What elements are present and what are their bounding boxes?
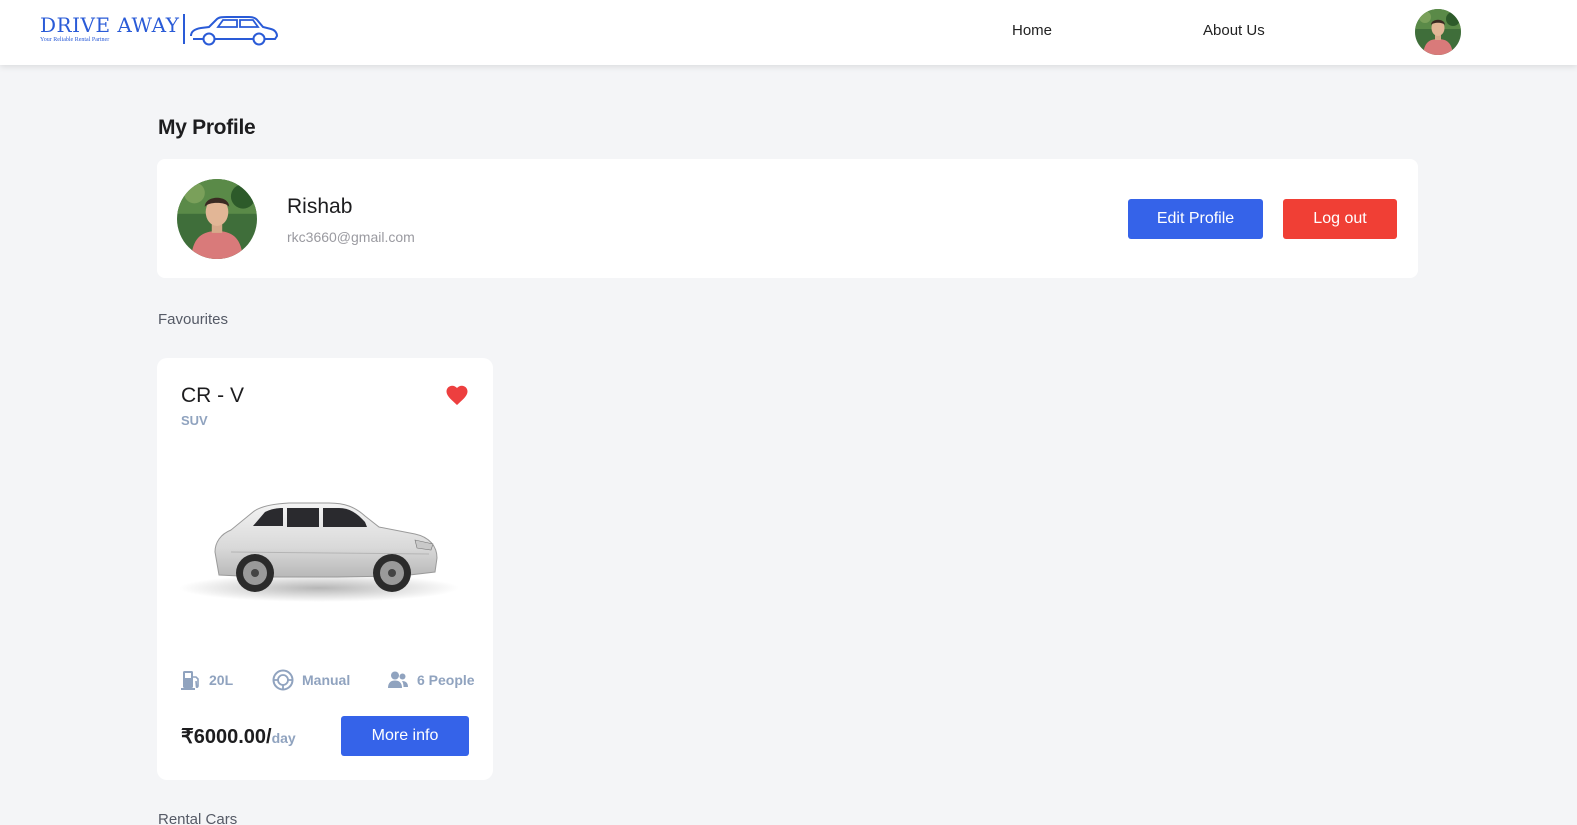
spec-transmission: Manual	[272, 669, 350, 691]
avatar-photo-icon	[1415, 9, 1461, 55]
brand-divider	[183, 14, 186, 44]
nav-home-link[interactable]: Home	[1012, 22, 1052, 39]
brand-tagline: Your Reliable Rental Partner	[40, 37, 110, 43]
spec-transmission-value: Manual	[302, 672, 351, 688]
brand-name: DRIVE AWAY	[40, 13, 180, 37]
steering-wheel-icon	[272, 669, 294, 691]
profile-card: Rishab rkc3660@gmail.com Edit Profile Lo…	[157, 159, 1418, 278]
spec-capacity-value: 6 People	[417, 672, 475, 688]
spec-fuel: 20L	[181, 669, 233, 691]
more-info-button[interactable]: More info	[341, 716, 469, 756]
car-type: SUV	[181, 413, 208, 428]
car-name: CR - V	[181, 384, 244, 407]
spec-capacity: 6 People	[387, 669, 475, 691]
profile-avatar	[177, 179, 257, 259]
profile-email: rkc3660@gmail.com	[287, 229, 415, 245]
car-price: ₹6000.00/day	[181, 724, 296, 749]
spec-fuel-value: 20L	[209, 672, 234, 688]
car-image	[179, 502, 459, 602]
favourites-heading: Favourites	[158, 311, 229, 328]
people-icon	[388, 671, 408, 688]
car-price-unit: day	[271, 730, 296, 746]
car-price-value: ₹6000.00/	[181, 726, 272, 748]
car-logo-icon	[190, 16, 279, 46]
heart-icon[interactable]	[445, 384, 469, 406]
logout-button[interactable]: Log out	[1283, 199, 1397, 239]
car-card: CR - V SUV 20L Manual 6 People ₹6000.00/…	[157, 358, 493, 780]
page-title: My Profile	[158, 116, 256, 139]
nav-avatar[interactable]	[1415, 9, 1461, 55]
edit-profile-button[interactable]: Edit Profile	[1128, 199, 1263, 239]
avatar-photo-icon	[177, 179, 257, 259]
brand-text: DRIVE AWAY Your Reliable Rental Partner	[40, 12, 179, 43]
navbar: DRIVE AWAY Your Reliable Rental Partner …	[0, 0, 1577, 65]
brand-logo[interactable]: DRIVE AWAY Your Reliable Rental Partner	[40, 12, 279, 48]
nav-about-link[interactable]: About Us	[1203, 22, 1265, 39]
profile-name: Rishab	[287, 195, 353, 218]
gas-station-icon	[181, 671, 199, 690]
rented-cars-heading: Rental Cars	[158, 811, 238, 825]
